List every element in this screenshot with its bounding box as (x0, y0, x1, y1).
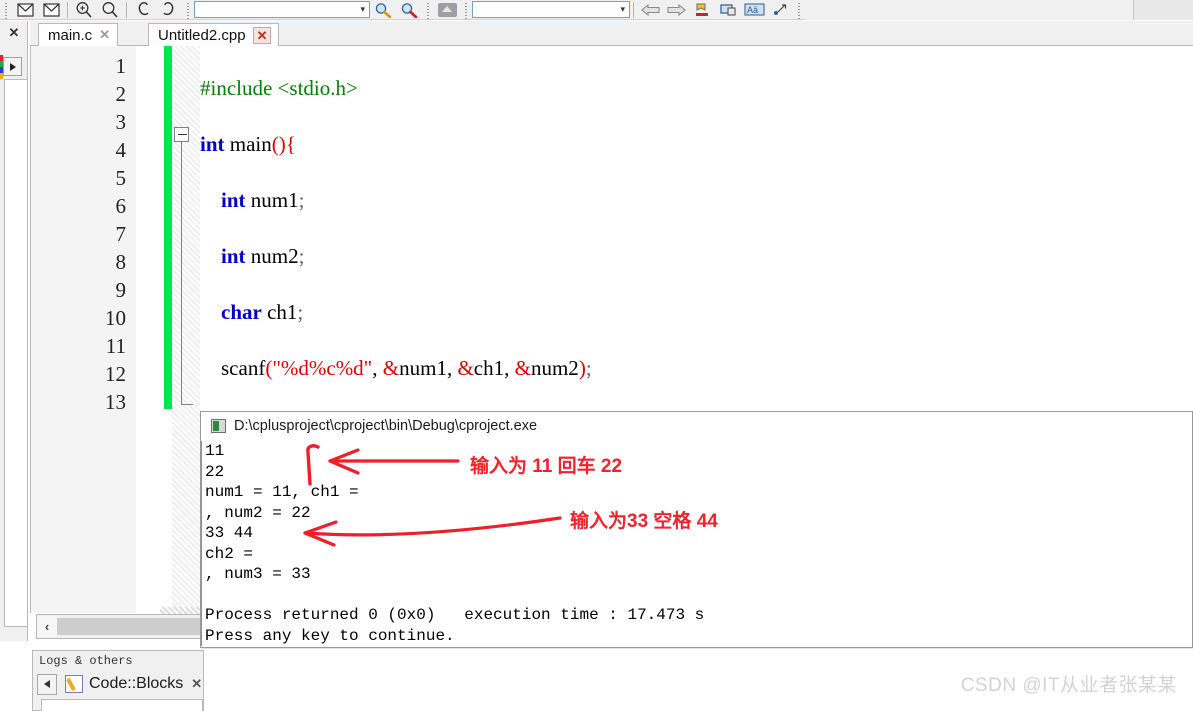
line-number: 12 (105, 362, 126, 386)
codeblocks-ide-window: ▾ ▾ Aā ✕ main.c ✕ Untitled2.cpp ✕ 1 2 3 … (0, 0, 1193, 711)
toolbar-separator (633, 1, 634, 18)
line-number: 5 (115, 166, 127, 190)
close-icon[interactable]: ✕ (252, 26, 272, 44)
editor-tab-label: main.c (48, 26, 93, 44)
redo-icon[interactable] (156, 0, 182, 19)
console-title-bar[interactable]: D:\cplusproject\cproject\bin\Debug\cproj… (201, 412, 1192, 440)
window-icon[interactable] (715, 0, 741, 19)
line-number: 6 (115, 194, 127, 218)
console-window[interactable]: D:\cplusproject\cproject\bin\Debug\cproj… (200, 411, 1193, 648)
close-icon[interactable]: ✕ (191, 676, 202, 692)
chevron-left-icon (44, 680, 50, 688)
chevron-right-icon (9, 62, 16, 71)
zoom-out-icon[interactable] (97, 0, 123, 19)
line-number: 4 (115, 138, 127, 162)
scrollbar-thumb[interactable] (57, 618, 203, 635)
forward-icon[interactable] (663, 0, 689, 19)
console-line: , num2 = 22 (205, 503, 311, 522)
open-folder-icon[interactable] (434, 0, 460, 19)
chevron-down-icon: ▾ (360, 4, 365, 14)
console-line: Process returned 0 (0x0) execution time … (205, 606, 705, 624)
logs-tab-row: Code::Blocks ✕ (37, 672, 203, 696)
editor-tab-main-c[interactable]: main.c ✕ (38, 23, 119, 46)
expand-manager-button[interactable] (3, 57, 22, 76)
line-number-gutter: 1 2 3 4 5 6 7 8 9 10 11 12 13 (31, 46, 136, 613)
line-number: 11 (105, 334, 126, 358)
pencil-icon (65, 675, 83, 693)
logs-and-others-panel: Logs & others Code::Blocks ✕ (32, 650, 204, 711)
fold-range-line (181, 142, 182, 404)
modified-lines-marker (164, 46, 172, 409)
line-number: 1 (115, 54, 127, 78)
logs-tab-codeblocks[interactable]: Code::Blocks ✕ (65, 675, 202, 693)
toolbar-grip[interactable] (796, 0, 802, 19)
bookmark-icon[interactable] (689, 0, 715, 19)
toolbar-grip[interactable] (185, 0, 191, 19)
fold-toggle-icon[interactable] (174, 127, 189, 142)
editor-tab-label: Untitled2.cpp (158, 26, 246, 44)
line-number: 3 (115, 110, 127, 134)
close-icon[interactable]: ✕ (99, 27, 110, 43)
line-number: 10 (105, 306, 126, 330)
toolbar-grip[interactable] (3, 0, 9, 19)
scroll-left-icon[interactable]: ‹ (37, 616, 57, 637)
replace-icon[interactable] (396, 0, 422, 19)
main-toolbar: ▾ ▾ Aā (0, 0, 1193, 20)
line-number: 13 (105, 390, 126, 414)
find-icon[interactable] (370, 0, 396, 19)
toolbar-separator (67, 1, 68, 18)
console-line: Press any key to continue. (205, 626, 455, 645)
code-line-1: #include <stdio.h> (200, 76, 358, 100)
editor-horizontal-scrollbar[interactable]: ‹ (36, 614, 206, 639)
line-number: 7 (115, 222, 127, 246)
code-line-3: int num1; (221, 188, 305, 212)
toolbar-group-file (12, 0, 182, 20)
manager-panel-body (4, 79, 27, 627)
close-manager-button[interactable]: ✕ (4, 23, 24, 43)
goto-line-icon[interactable] (767, 0, 793, 19)
search-combo[interactable]: ▾ (472, 1, 630, 18)
svg-text:Aā: Aā (747, 5, 758, 15)
console-title-text: D:\cplusproject\cproject\bin\Debug\cproj… (234, 418, 538, 434)
save-all-icon[interactable] (38, 0, 64, 19)
undo-icon[interactable] (130, 0, 156, 19)
console-line: 33 44 (205, 524, 254, 542)
console-app-icon (211, 419, 226, 433)
editor-tab-untitled2-cpp[interactable]: Untitled2.cpp ✕ (148, 23, 280, 46)
fold-range-end (181, 404, 193, 405)
back-icon[interactable] (637, 0, 663, 19)
zoom-in-icon[interactable] (71, 0, 97, 19)
console-line: , num3 = 33 (205, 565, 311, 583)
abc-icon[interactable]: Aā (741, 0, 767, 19)
toolbar-grip[interactable] (463, 0, 469, 19)
line-number: 8 (115, 250, 127, 274)
console-line: num1 = 11, ch1 = (205, 483, 359, 501)
line-number: 2 (115, 82, 127, 106)
console-line: 11 (205, 442, 225, 460)
toolbar-grip[interactable] (425, 0, 431, 19)
code-line-5: char ch1; (221, 300, 304, 324)
code-line-4: int num2; (221, 244, 305, 268)
console-line: 22 (205, 462, 225, 481)
line-number: 9 (115, 278, 127, 302)
save-icon[interactable] (12, 0, 38, 19)
editor-tabbar: main.c ✕ Untitled2.cpp ✕ (30, 21, 1193, 46)
build-target-combo[interactable]: ▾ (194, 1, 370, 18)
code-line-2: int main(){ (200, 132, 296, 156)
code-line-6: scanf("%d%c%d", &num1, &ch1, &num2); (200, 356, 592, 380)
chevron-down-icon: ▾ (620, 4, 625, 14)
management-panel-strip: ✕ (0, 21, 28, 641)
toolbar-spacer (805, 0, 1133, 20)
watermark: CSDN @IT从业者张某某 (960, 675, 1177, 696)
console-line: ch2 = (205, 544, 254, 563)
toolbar-separator (126, 1, 127, 18)
logs-scroll-left-button[interactable] (37, 673, 57, 695)
logs-panel-title: Logs & others (39, 654, 133, 668)
toolbar-right-strip (1133, 0, 1193, 20)
logs-panel-body (41, 699, 203, 711)
console-output: 11 22 num1 = 11, ch1 = , num2 = 22 33 44… (202, 441, 1191, 646)
logs-tab-label: Code::Blocks (89, 675, 184, 692)
